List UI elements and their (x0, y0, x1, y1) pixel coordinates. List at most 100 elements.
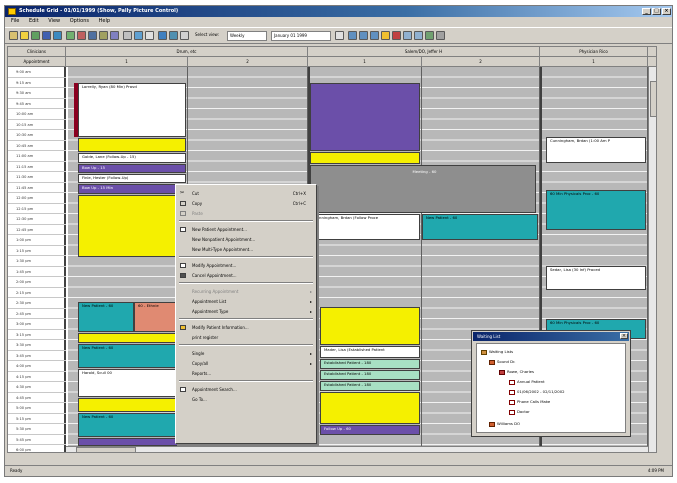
new-icon[interactable] (9, 31, 18, 40)
appointment[interactable]: Finle, Hester (Follow-Up) (78, 174, 186, 183)
menu-item-copy[interactable]: Copy Ctrl+C (176, 199, 316, 208)
view-icon[interactable] (169, 31, 178, 40)
scroll-thumb[interactable] (650, 81, 656, 117)
menu-item-appointment-type[interactable]: Appointment Type ▸ (176, 307, 316, 316)
minimize-button[interactable]: _ (642, 8, 651, 15)
clinician-header[interactable]: Physician Rico (540, 47, 648, 57)
appointment[interactable]: Bow Up - 15 (78, 164, 186, 173)
appointment[interactable]: Cunningham, Brdan (1:00 Am P (546, 137, 646, 163)
menu-item-copy-all[interactable]: Copy/all ▸ (176, 359, 316, 368)
close-button[interactable]: × (662, 8, 671, 15)
month-view-icon[interactable] (370, 31, 379, 40)
scroll-thumb[interactable] (76, 447, 136, 452)
appointment[interactable] (78, 195, 186, 257)
save-icon[interactable] (31, 31, 40, 40)
menu-item-print-register[interactable]: print register (176, 333, 316, 342)
appointment[interactable]: New Patient - 60 (422, 214, 538, 240)
tree-node[interactable]: Annual Patient (509, 378, 545, 386)
menu-item-reports[interactable]: Reports... (176, 369, 316, 378)
grid-icon[interactable] (180, 31, 189, 40)
menu-item-modify-patient[interactable]: Modify Patient Information... (176, 323, 316, 332)
appointment[interactable]: Harold, Scull 00 (78, 369, 186, 397)
appointment[interactable]: Mader, Lisa (Established Patient (320, 346, 420, 358)
menu-view[interactable]: View (48, 18, 60, 24)
appointment[interactable]: Established Patient - 180 (320, 381, 420, 391)
appointment[interactable]: Golde, Lane (Follow-Up - 15) (78, 153, 186, 163)
print-icon[interactable] (42, 31, 51, 40)
week-view-icon[interactable] (359, 31, 368, 40)
appointment[interactable] (310, 83, 420, 151)
help-icon[interactable] (158, 31, 167, 40)
appointment[interactable]: New Patient - 60 (78, 302, 134, 332)
appointment[interactable] (320, 392, 420, 424)
menu-item-new-multi[interactable]: New Multi-Type Appointment... (176, 245, 316, 254)
tree-node[interactable]: Doctor (509, 408, 530, 416)
tree-node[interactable]: Williams DO (489, 420, 520, 428)
patient-icon[interactable] (77, 31, 86, 40)
meeting-block[interactable]: Meeting - 60 (310, 165, 536, 213)
appointment[interactable] (320, 307, 420, 345)
tree-node[interactable]: 01/06/2002 - 02/11/2002 (509, 388, 565, 396)
appointment[interactable] (78, 398, 186, 412)
appointment[interactable]: New Patient - 60 (78, 413, 186, 437)
appointment[interactable]: Established Patient - 180 (320, 370, 420, 380)
appointment[interactable]: 60 Min Physicals Proc - 60 (546, 190, 646, 230)
preview-icon[interactable] (53, 31, 62, 40)
menu-item-goto[interactable]: Go To... (176, 395, 316, 404)
close-icon[interactable]: × (620, 333, 628, 339)
appointment[interactable] (78, 333, 186, 343)
appointment[interactable]: Cunningham, Brdan (Follow Proce (310, 214, 420, 240)
appointment[interactable]: New Patient - 60 (78, 344, 186, 368)
menu-item-new-nonpatient[interactable]: New Nonpatient Appointment... (176, 235, 316, 244)
menu-item-modify[interactable]: Modify Appointment... (176, 261, 316, 270)
menu-item-paste[interactable]: Paste (176, 209, 316, 218)
open-icon[interactable] (20, 31, 29, 40)
day-view-icon[interactable] (348, 31, 357, 40)
menu-help[interactable]: Help (99, 18, 110, 24)
menu-item-single[interactable]: Single ▸ (176, 349, 316, 358)
cut-icon[interactable] (123, 31, 132, 40)
zoom-in-icon[interactable] (403, 31, 412, 40)
tree-node[interactable]: Waiting Lists (481, 348, 513, 356)
delete-icon[interactable] (392, 31, 401, 40)
view-select[interactable]: Weekly (227, 31, 267, 41)
menu-item-cut[interactable]: ✂ Cut Ctrl+X (176, 189, 316, 198)
tree-node[interactable]: Sound Dr. (489, 358, 516, 366)
schedule-icon[interactable] (88, 31, 97, 40)
appointment[interactable] (78, 138, 186, 152)
clinician-header[interactable]: Drum, etc (66, 47, 308, 57)
appointment[interactable]: Sedar, Lisa (30 Inf) Proced (546, 266, 646, 290)
menu-item-appointment-list[interactable]: Appointment List ▸ (176, 297, 316, 306)
refresh-icon[interactable] (425, 31, 434, 40)
vertical-scrollbar[interactable] (648, 67, 656, 452)
menu-file[interactable]: File (11, 18, 19, 24)
tree-node[interactable]: Rowe, Charles (499, 368, 534, 376)
menu-item-cancel[interactable]: Cancel Appointment... (176, 271, 316, 280)
appointment[interactable] (78, 438, 186, 446)
options-icon[interactable] (436, 31, 445, 40)
menu-item-new-patient[interactable]: New Patient Appointment... (176, 225, 316, 234)
folder-icon[interactable] (381, 31, 390, 40)
menu-item-recurring[interactable]: Recurring Appointment ▸ (176, 287, 316, 296)
appointment[interactable]: Bow Up - 15 Min (78, 184, 186, 194)
calendar-icon[interactable] (66, 31, 75, 40)
copy-icon[interactable] (134, 31, 143, 40)
menu-options[interactable]: Options (70, 18, 89, 24)
list-icon[interactable] (99, 31, 108, 40)
zoom-out-icon[interactable] (414, 31, 423, 40)
appointment[interactable] (310, 152, 420, 164)
menu-item-search[interactable]: Appointment Search... (176, 385, 316, 394)
tree-node[interactable]: Phone Calls Make (509, 398, 550, 406)
appointment[interactable]: Follow Up - 60 (320, 425, 420, 435)
appointment[interactable]: Lorrelly, Ryan (80 Min) Pravd (78, 83, 186, 137)
maximize-button[interactable]: □ (652, 8, 661, 15)
search-icon[interactable] (110, 31, 119, 40)
menu-edit[interactable]: Edit (29, 18, 39, 24)
horizontal-scrollbar[interactable] (66, 446, 648, 452)
clinician-header[interactable]: Salem/DO, Jeffer H (308, 47, 540, 57)
paste-icon[interactable] (145, 31, 154, 40)
appointment[interactable]: Established Patient - 180 (320, 359, 420, 369)
dropdown-icon[interactable] (335, 31, 344, 40)
date-select[interactable]: January 01 1999 (271, 31, 331, 41)
time-slot-label: 1:45 pm (8, 267, 66, 277)
